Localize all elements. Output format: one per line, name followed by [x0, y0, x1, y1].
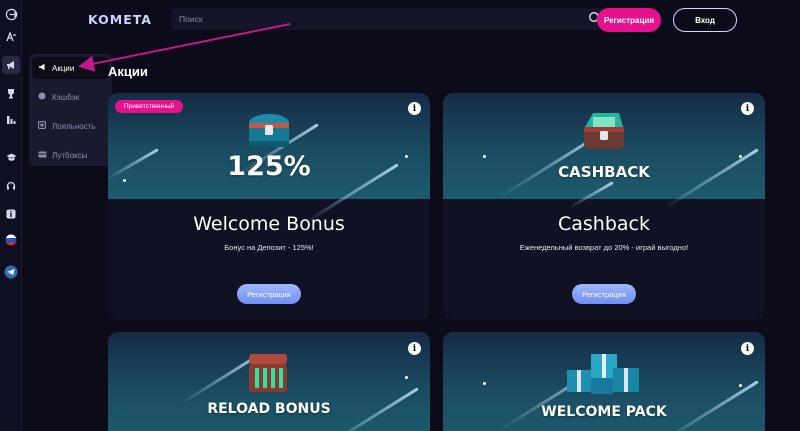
stats-icon[interactable]	[3, 112, 19, 128]
card-subtitle: Еженедельный возврат до 20% - играй выго…	[519, 243, 689, 252]
star-decoration	[739, 384, 742, 387]
star-decoration	[483, 382, 486, 385]
card-register-button[interactable]: Регистрация	[572, 284, 636, 304]
welcome-badge: Приветственный	[115, 100, 184, 113]
translate-icon[interactable]	[3, 29, 19, 45]
card-banner: CASHBACK	[443, 93, 765, 210]
flyout-item-label: Лутбоксы	[52, 150, 88, 160]
info-icon[interactable]: i	[408, 342, 421, 355]
trophy-icon[interactable]	[3, 85, 19, 101]
star-decoration	[739, 155, 742, 158]
chest-icon	[579, 109, 629, 162]
flyout-item-lootboxes[interactable]: Лутбоксы	[32, 144, 109, 166]
banner-text: CASHBACK	[558, 163, 650, 181]
card-banner: WELCOME PACK	[443, 332, 765, 431]
promotions-flyout-menu: Акции Кэшбэк Лояльность Лутбоксы	[29, 54, 112, 166]
site-logo[interactable]: KOMETA	[88, 12, 152, 27]
star-decoration	[483, 155, 486, 158]
flyout-item-label: Лояльность	[52, 121, 96, 131]
side-rail	[0, 0, 22, 431]
register-button[interactable]: Регистрация	[597, 8, 661, 32]
promo-card-welcome-bonus: 125% Приветственный i Welcome Bonus Бону…	[108, 93, 430, 320]
chest-icon	[245, 350, 291, 401]
card-title: Welcome Bonus	[193, 213, 345, 235]
flyout-item-loyalty[interactable]: Лояльность	[32, 115, 109, 137]
info-icon[interactable]: i	[408, 102, 421, 115]
info-icon[interactable]: i	[741, 342, 754, 355]
login-button[interactable]: Вход	[673, 8, 737, 32]
flyout-item-cashback[interactable]: Кэшбэк	[32, 86, 109, 108]
card-banner: RELOAD BONUS	[108, 332, 430, 431]
loyalty-icon	[37, 120, 47, 131]
flyout-item-label: Акции	[52, 63, 75, 73]
logout-icon[interactable]	[3, 6, 19, 22]
star-decoration	[405, 376, 408, 379]
headset-icon[interactable]	[3, 178, 19, 194]
banner-text: WELCOME PACK	[541, 404, 667, 420]
search-input[interactable]	[171, 8, 607, 30]
comet-decoration	[568, 181, 614, 209]
banner-text: RELOAD BONUS	[207, 401, 331, 417]
promo-card-welcome-pack: WELCOME PACK i	[443, 332, 765, 431]
telegram-icon[interactable]	[3, 264, 19, 280]
card-subtitle: Бонус на Депозит - 125%!	[224, 243, 314, 252]
info-icon[interactable]	[3, 206, 19, 222]
graduation-icon[interactable]	[3, 149, 19, 165]
russia-flag-icon[interactable]	[3, 232, 19, 248]
flyout-item-promotions[interactable]: Акции	[32, 57, 109, 79]
card-title: Cashback	[557, 213, 650, 235]
page-title: Акции	[108, 64, 148, 79]
megaphone-icon[interactable]	[2, 56, 20, 74]
promo-card-cashback: CASHBACK i Cashback Еженедельный возврат…	[443, 93, 765, 320]
card-register-button[interactable]: Регистрация	[237, 284, 301, 304]
info-icon[interactable]: i	[741, 102, 754, 115]
promo-card-reload-bonus: RELOAD BONUS i	[108, 332, 430, 431]
banner-text: 125%	[227, 151, 311, 182]
gift-boxes-icon	[563, 344, 643, 401]
flyout-item-label: Кэшбэк	[52, 92, 80, 102]
coin-icon	[37, 92, 47, 102]
megaphone-icon	[37, 63, 47, 73]
lootbox-icon	[37, 151, 47, 160]
